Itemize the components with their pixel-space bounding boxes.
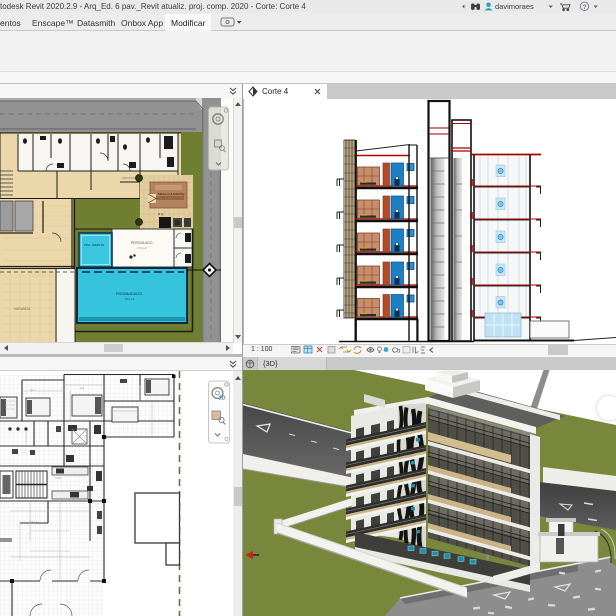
svg-text:PISCINA ADULTO: PISCINA ADULTO xyxy=(116,292,142,296)
svg-text:b: b xyxy=(397,349,401,355)
svg-text:58.6 m2: 58.6 m2 xyxy=(125,297,135,301)
svg-text:PISC. INFANTIL: PISC. INFANTIL xyxy=(84,243,105,247)
svg-text:MEDIDOR: MEDIDOR xyxy=(122,176,135,180)
svg-text:27.5 m2: 27.5 m2 xyxy=(137,246,147,250)
svg-text:B.Q.: B.Q. xyxy=(158,212,164,216)
svg-text:MESA CHURRASQ.: MESA CHURRASQ. xyxy=(158,192,185,196)
svg-text:SALA: SALA xyxy=(30,520,38,524)
svg-text:Q1: Q1 xyxy=(30,388,34,392)
svg-text:VARANDA: VARANDA xyxy=(14,307,31,311)
svg-text:?: ? xyxy=(583,4,587,11)
svg-text:davimoraes: davimoraes xyxy=(495,2,534,11)
svg-text:PERGOLADO: PERGOLADO xyxy=(131,241,153,245)
svg-text:Q2: Q2 xyxy=(80,386,84,390)
svg-text:2D: 2D xyxy=(219,396,226,402)
svg-text:COZ.: COZ. xyxy=(55,476,62,480)
